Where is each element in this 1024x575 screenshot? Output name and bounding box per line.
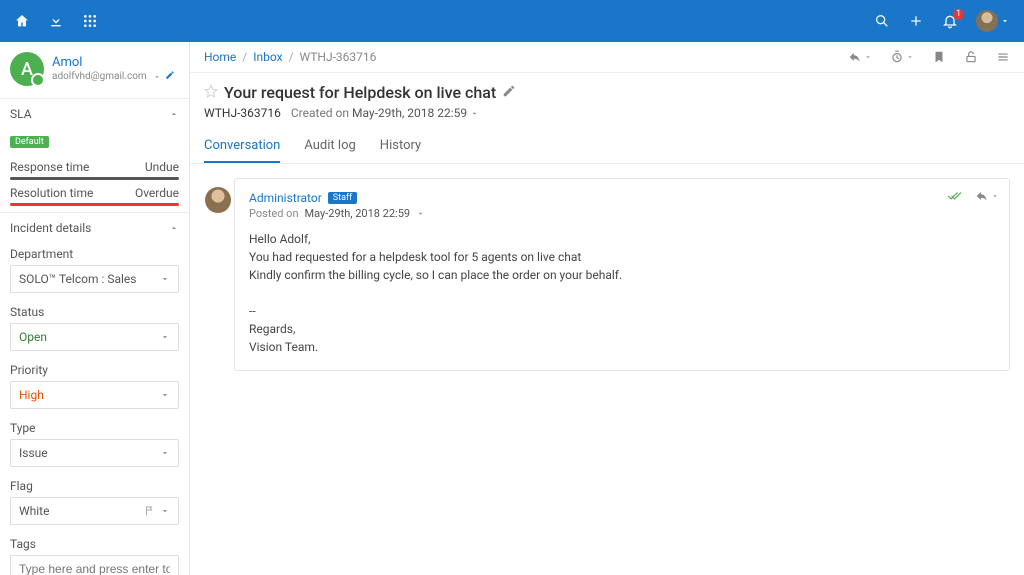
staff-badge: Staff — [328, 192, 357, 204]
breadcrumb: Home / Inbox / WTHJ-363716 — [204, 50, 376, 64]
chevron-down-icon — [160, 274, 170, 284]
post: Administrator Staff Posted on May-29th, … — [234, 178, 1010, 371]
tags-label: Tags — [10, 537, 179, 551]
priority-label: Priority — [10, 363, 179, 377]
apps-icon[interactable] — [82, 13, 98, 29]
type-select[interactable]: Issue — [10, 439, 179, 467]
bookmark-icon[interactable] — [932, 50, 946, 64]
chevron-up-icon — [169, 109, 179, 119]
edit-user-icon[interactable] — [165, 70, 175, 83]
post-body: Hello Adolf, You had requested for a hel… — [249, 230, 995, 356]
mark-read-icon[interactable] — [947, 189, 961, 203]
user-avatar: A — [10, 52, 44, 86]
sidebar: A Amol adolfvhd@gmail.com SLA Default Re… — [0, 42, 190, 575]
sla-resolution-bar — [10, 203, 179, 206]
user-name: Amol — [52, 55, 179, 70]
search-icon[interactable] — [874, 13, 890, 29]
department-label: Department — [10, 247, 179, 261]
status-select[interactable]: Open — [10, 323, 179, 351]
chevron-down-icon — [160, 390, 170, 400]
created-label: Created on — [291, 106, 349, 120]
breadcrumb-home[interactable]: Home — [204, 50, 236, 64]
chevron-down-icon — [160, 506, 170, 516]
download-icon[interactable] — [48, 13, 64, 29]
timer-icon[interactable] — [890, 50, 914, 64]
incident-header[interactable]: Incident details — [0, 212, 189, 243]
tab-history[interactable]: History — [380, 130, 421, 163]
flag-select[interactable]: White — [10, 497, 179, 525]
menu-icon[interactable] — [996, 50, 1010, 64]
user-block: A Amol adolfvhd@gmail.com — [0, 42, 189, 98]
edit-title-icon[interactable] — [502, 84, 516, 102]
chevron-down-icon — [416, 209, 425, 218]
status-label: Status — [10, 305, 179, 319]
user-email: adolfvhd@gmail.com — [52, 70, 179, 83]
sla-response-bar — [10, 177, 179, 180]
lock-open-icon[interactable] — [964, 50, 978, 64]
sla-default-pill: Default — [10, 136, 49, 148]
add-icon[interactable] — [908, 13, 924, 29]
chevron-down-icon — [470, 109, 479, 118]
post-avatar — [205, 187, 231, 213]
priority-select[interactable]: High — [10, 381, 179, 409]
sla-response: Response timeUndue — [10, 160, 179, 174]
notification-badge: 1 — [953, 9, 964, 20]
sla-resolution: Resolution timeOverdue — [10, 186, 179, 200]
ticket-title: Your request for Helpdesk on live chat — [224, 83, 496, 102]
breadcrumb-inbox[interactable]: Inbox — [253, 50, 282, 64]
flag-label: Flag — [10, 479, 179, 493]
reply-icon[interactable] — [848, 50, 872, 64]
star-icon[interactable] — [204, 84, 218, 102]
chevron-up-icon — [169, 223, 179, 233]
chevron-down-icon — [160, 332, 170, 342]
user-menu[interactable] — [976, 10, 1010, 32]
flag-icon — [144, 505, 156, 517]
created-at: May-29th, 2018 22:59 — [352, 106, 467, 120]
topbar: 1 — [0, 0, 1024, 42]
post-author: Administrator — [249, 191, 322, 205]
tab-conversation[interactable]: Conversation — [204, 130, 280, 163]
tags-input[interactable] — [10, 555, 179, 575]
home-icon[interactable] — [14, 13, 30, 29]
post-reply-icon[interactable] — [975, 189, 999, 203]
breadcrumb-current: WTHJ-363716 — [300, 50, 377, 64]
ticket-id: WTHJ-363716 — [204, 106, 281, 120]
tab-audit-log[interactable]: Audit log — [304, 130, 355, 163]
sla-header[interactable]: SLA — [0, 98, 189, 129]
chevron-down-icon — [160, 448, 170, 458]
posted-label: Posted on — [249, 207, 299, 220]
type-label: Type — [10, 421, 179, 435]
notifications-icon[interactable]: 1 — [942, 13, 958, 29]
department-select[interactable]: SOLO™ Telcom : Sales — [10, 265, 179, 293]
avatar — [976, 10, 998, 32]
posted-at: May-29th, 2018 22:59 — [305, 207, 411, 220]
